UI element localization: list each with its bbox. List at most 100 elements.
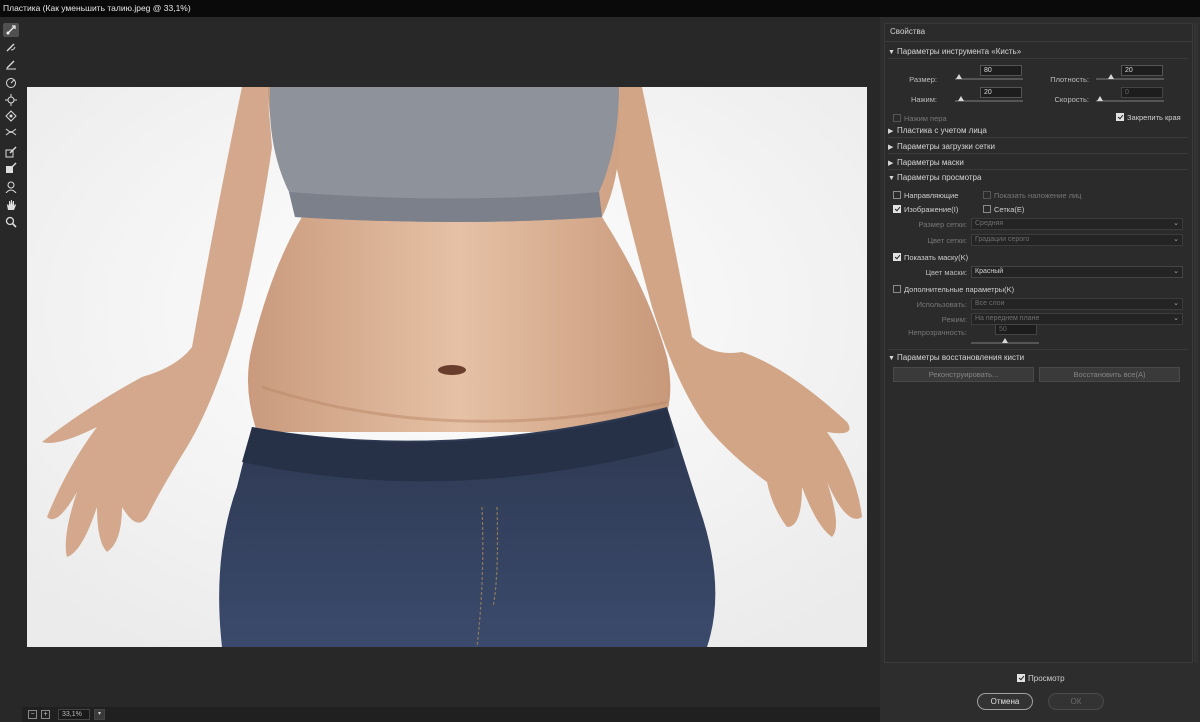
face-overlay-checkbox[interactable] — [983, 191, 991, 199]
size-slider-handle[interactable] — [956, 74, 962, 79]
section-label: Параметры восстановления кисти — [897, 353, 1025, 362]
section-label: Пластика с учетом лица — [897, 126, 987, 135]
push-left-icon[interactable] — [3, 125, 19, 139]
section-brush-reconstruct[interactable]: ▼ Параметры восстановления кисти — [888, 349, 1188, 364]
use-label: Использовать: — [916, 300, 967, 309]
twirl-clockwise-icon[interactable] — [3, 76, 19, 90]
panel-scrollbar[interactable] — [1194, 23, 1198, 663]
pressure-slider-handle[interactable] — [958, 96, 964, 101]
mesh-checkbox[interactable] — [983, 205, 991, 213]
image-label: Изображение(I) — [904, 205, 959, 214]
image-checkbox[interactable] — [893, 205, 901, 213]
stylus-pressure-label: Нажим пера — [904, 114, 947, 123]
use-select[interactable]: Все слои ⌄ — [971, 298, 1183, 310]
rate-slider[interactable] — [1096, 100, 1164, 102]
chevron-down-icon: ⌄ — [1173, 268, 1179, 275]
backdrop-checkbox[interactable] — [893, 285, 901, 293]
forward-warp-icon[interactable] — [3, 23, 19, 37]
properties-content: Свойства ▼ Параметры инструмента «Кисть» … — [884, 23, 1193, 663]
mesh-size-select[interactable]: Средняя ⌄ — [971, 218, 1183, 230]
mask-color-label: Цвет маски: — [925, 268, 967, 277]
properties-panel: Свойства ▼ Параметры инструмента «Кисть» … — [880, 17, 1200, 722]
freeze-mask-icon[interactable] — [3, 145, 19, 159]
pressure-field[interactable]: 20 — [980, 87, 1022, 98]
density-field[interactable]: 20 — [1121, 65, 1163, 76]
window-title: Пластика (Как уменьшить талию.jpeg @ 33,… — [0, 0, 1200, 17]
smooth-icon[interactable] — [3, 57, 19, 71]
thaw-mask-icon[interactable] — [3, 161, 19, 175]
restore-all-button[interactable]: Восстановить все(A) — [1039, 367, 1180, 382]
zoom-icon[interactable] — [3, 215, 19, 229]
mesh-label: Сетка(E) — [994, 205, 1025, 214]
backdrop-label: Дополнительные параметры(K) — [904, 285, 1015, 294]
status-bar: − + 33,1% ▾ — [22, 707, 880, 722]
mask-color-select[interactable]: Красный ⌄ — [971, 266, 1183, 278]
triangle-right-icon: ▶ — [888, 160, 894, 167]
triangle-right-icon: ▶ — [888, 144, 894, 151]
mesh-color-select[interactable]: Градации серого ⌄ — [971, 234, 1183, 246]
liquify-toolbar — [0, 17, 22, 722]
pin-edges-checkbox[interactable] — [1116, 113, 1124, 121]
pressure-slider[interactable] — [955, 100, 1023, 102]
show-mask-checkbox[interactable] — [893, 253, 901, 261]
mesh-color-label: Цвет сетки: — [927, 236, 967, 245]
preview-checkbox[interactable] — [1017, 674, 1025, 682]
mode-label: Режим: — [941, 315, 967, 324]
rate-slider-handle[interactable] — [1097, 96, 1103, 101]
hand-icon[interactable] — [3, 198, 19, 212]
triangle-down-icon: ▼ — [888, 175, 895, 182]
zoom-in-button[interactable]: + — [41, 710, 50, 719]
density-label: Плотность: — [1050, 75, 1089, 84]
section-label: Параметры загрузки сетки — [897, 142, 995, 151]
size-field[interactable]: 80 — [980, 65, 1022, 76]
bloat-icon[interactable] — [3, 109, 19, 123]
section-label: Параметры просмотра — [897, 173, 982, 182]
face-tool-icon[interactable] — [3, 180, 19, 194]
mode-value: На переднем плане — [975, 315, 1040, 322]
size-label: Размер: — [909, 75, 937, 84]
chevron-down-icon: ⌄ — [1173, 300, 1179, 307]
section-load-mesh[interactable]: ▶ Параметры загрузки сетки — [888, 139, 1188, 154]
section-face-aware[interactable]: ▶ Пластика с учетом лица — [888, 123, 1188, 138]
mask-color-value: Красный — [975, 268, 1004, 275]
mesh-size-value: Средняя — [975, 220, 1004, 227]
opacity-slider-handle[interactable] — [1002, 338, 1008, 343]
pucker-icon[interactable] — [3, 93, 19, 107]
opacity-field[interactable]: 50 — [995, 324, 1037, 335]
section-view-options[interactable]: ▼ Параметры просмотра — [888, 170, 1188, 185]
density-slider-handle[interactable] — [1108, 74, 1114, 79]
triangle-down-icon: ▼ — [888, 355, 895, 362]
panel-title: Свойства — [890, 27, 926, 36]
zoom-level[interactable]: 33,1% — [58, 709, 90, 720]
use-value: Все слои — [975, 300, 1005, 307]
reconstruct-icon[interactable] — [3, 40, 19, 54]
zoom-out-button[interactable]: − — [28, 710, 37, 719]
section-mask-options[interactable]: ▶ Параметры маски — [888, 155, 1188, 170]
reconstruct-button[interactable]: Реконструировать... — [893, 367, 1034, 382]
ok-button[interactable]: ОК — [1048, 693, 1104, 710]
preview-canvas[interactable]: − + 33,1% ▾ — [22, 17, 880, 722]
rate-label: Скорость: — [1054, 95, 1089, 104]
show-mask-label: Показать маску(K) — [904, 253, 969, 262]
density-slider[interactable] — [1096, 78, 1164, 80]
triangle-down-icon: ▼ — [888, 49, 895, 56]
section-label: Параметры маски — [897, 158, 964, 167]
mesh-size-label: Размер сетки: — [918, 220, 967, 229]
pressure-label: Нажим: — [910, 95, 937, 104]
chevron-down-icon: ⌄ — [1173, 220, 1179, 227]
photo-preview[interactable] — [27, 87, 867, 647]
rate-field[interactable]: 0 — [1121, 87, 1163, 98]
chevron-down-icon: ⌄ — [1173, 315, 1179, 322]
size-slider[interactable] — [955, 78, 1023, 80]
cancel-button[interactable]: Отмена — [977, 693, 1033, 710]
chevron-down-icon: ⌄ — [1173, 236, 1179, 243]
guides-label: Направляющие — [904, 191, 959, 200]
stylus-pressure-checkbox[interactable] — [893, 114, 901, 122]
mesh-color-value: Градации серого — [975, 236, 1030, 243]
guides-checkbox[interactable] — [893, 191, 901, 199]
pin-edges-label: Закрепить края — [1127, 113, 1181, 122]
chevron-down-icon[interactable]: ▾ — [94, 709, 105, 720]
photo-illustration — [27, 87, 867, 647]
section-brush-options[interactable]: ▼ Параметры инструмента «Кисть» — [888, 44, 1188, 59]
divider — [885, 41, 1192, 42]
